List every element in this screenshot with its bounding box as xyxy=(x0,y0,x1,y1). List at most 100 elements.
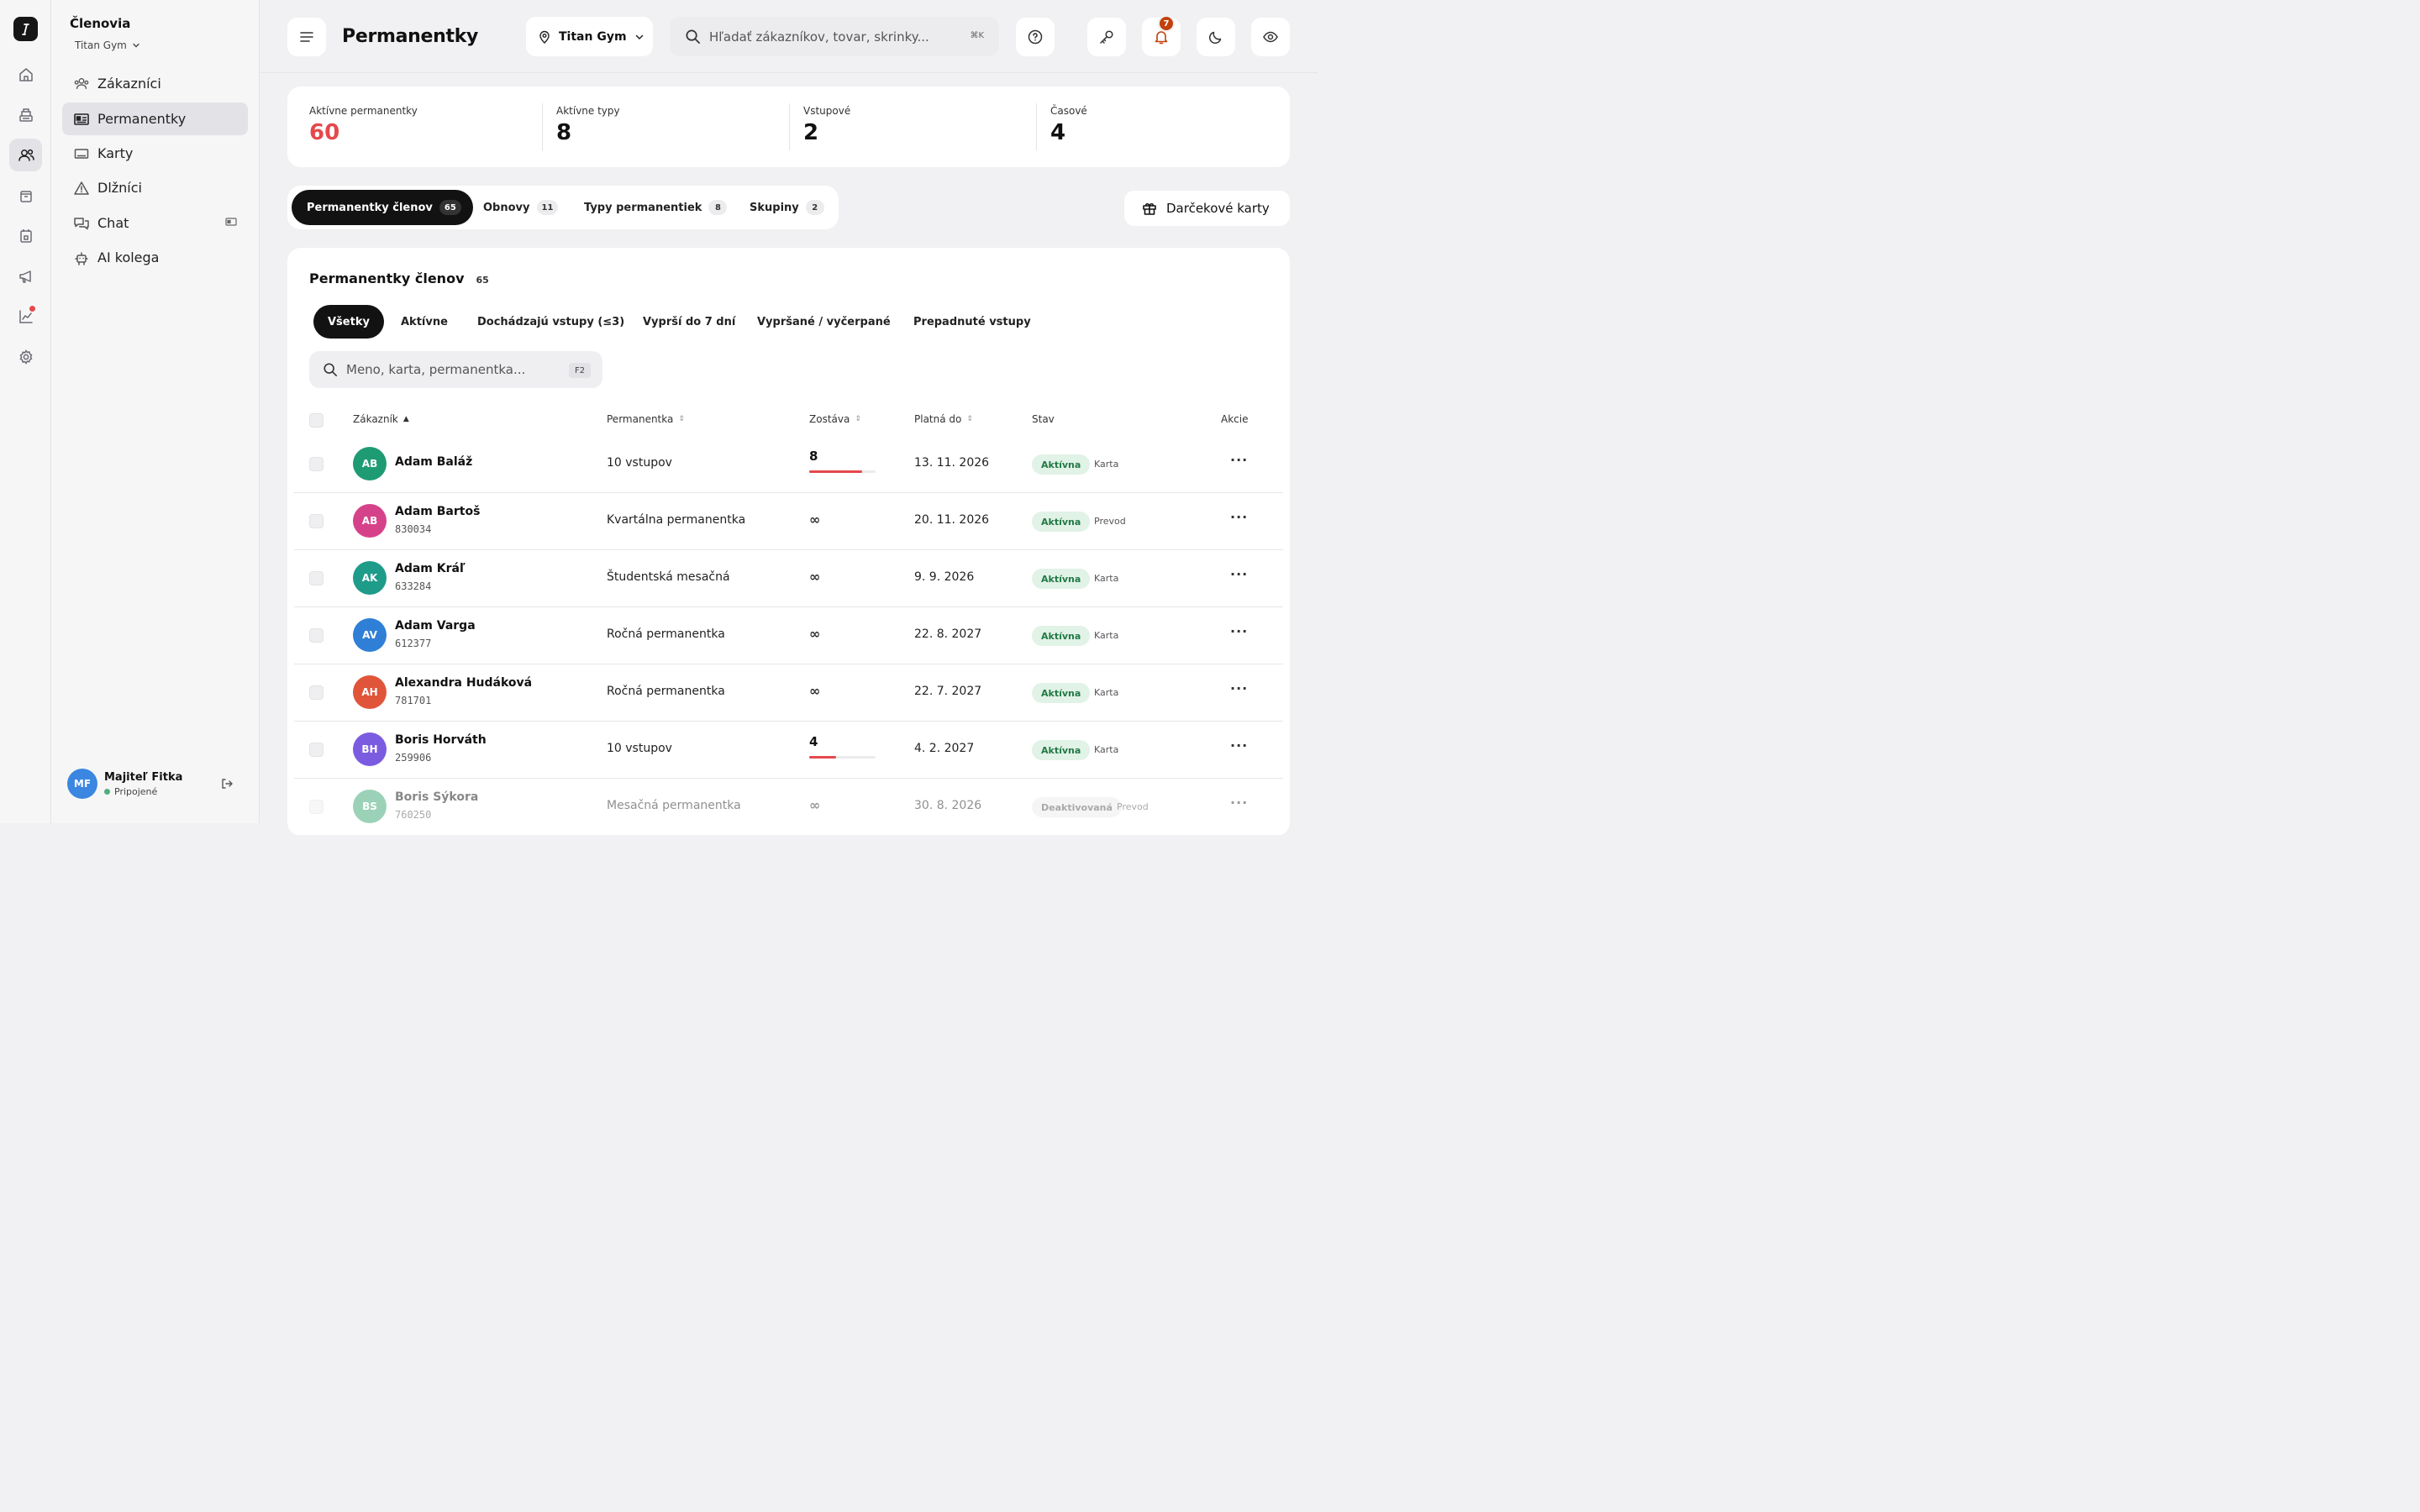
row-actions-button[interactable]: ··· xyxy=(1230,509,1248,525)
avatar: AK xyxy=(353,561,387,595)
column-customer[interactable]: Zákazník ▲ xyxy=(353,413,409,425)
customers-icon xyxy=(73,76,90,92)
stat-value: 4 xyxy=(1050,120,1066,145)
select-all-checkbox[interactable] xyxy=(309,413,324,428)
search-shortcut: F2 xyxy=(569,363,591,378)
theme-toggle-button[interactable] xyxy=(1197,18,1235,56)
visibility-button[interactable] xyxy=(1251,18,1290,56)
sidebar-item-customers[interactable]: Zákazníci xyxy=(62,67,248,100)
logout-icon[interactable] xyxy=(220,777,234,790)
filter-active[interactable]: Aktívne xyxy=(387,305,462,339)
filter-expired[interactable]: Vypršané / vyčerpané xyxy=(743,305,905,339)
customer-name[interactable]: Boris Sýkora xyxy=(395,790,478,804)
sidebar-item-debtors[interactable]: Dlžníci xyxy=(62,171,248,204)
column-remaining[interactable]: Zostáva ⇕ xyxy=(809,413,861,425)
customer-id: 633284 xyxy=(395,580,432,592)
row-checkbox[interactable] xyxy=(309,571,324,585)
user-status-label: Pripojené xyxy=(114,785,158,797)
sort-asc-icon: ▲ xyxy=(402,415,409,423)
hamburger-icon xyxy=(300,32,313,42)
filter-expiring-soon[interactable]: Vyprší do 7 dní xyxy=(629,305,750,339)
row-actions-button[interactable]: ··· xyxy=(1230,566,1248,582)
stat-label: Aktívne typy xyxy=(556,105,620,117)
remaining-unlimited: ∞ xyxy=(809,569,821,585)
chat-card-icon xyxy=(225,217,237,227)
help-button[interactable] xyxy=(1016,18,1055,56)
eye-icon xyxy=(1263,31,1278,43)
tab-renewals[interactable]: Obnovy 11 xyxy=(468,190,570,225)
calendar-icon[interactable] xyxy=(9,219,42,252)
table-row[interactable]: BS Boris Sýkora 760250 Mesačná permanentka ∞… xyxy=(294,779,1283,836)
stat-label: Vstupové xyxy=(803,105,851,117)
megaphone-icon[interactable] xyxy=(9,260,42,292)
tab-label: Obnovy xyxy=(483,201,530,214)
column-pass[interactable]: Permanentka ⇕ xyxy=(607,413,685,425)
filter-forfeited-entries[interactable]: Prepadnuté vstupy xyxy=(899,305,1045,339)
table-search-input[interactable]: Meno, karta, permanentka... F2 xyxy=(309,351,602,388)
box-icon[interactable] xyxy=(9,179,42,212)
row-actions-button[interactable]: ··· xyxy=(1230,452,1248,468)
chevron-down-icon xyxy=(133,43,139,48)
table-row[interactable]: AV Adam Varga 612377 Ročná permanentka ∞ 22. … xyxy=(294,607,1283,664)
customer-name[interactable]: Adam Varga xyxy=(395,619,476,633)
customer-name[interactable]: Alexandra Hudáková xyxy=(395,676,532,690)
sidebar-item-passes[interactable]: Permanentky xyxy=(62,102,248,135)
payment-method: Prevod xyxy=(1094,516,1126,527)
gift-cards-button[interactable]: Darčekové karty xyxy=(1124,191,1290,226)
row-checkbox[interactable] xyxy=(309,457,324,471)
pass-name: Kvartálna permanentka xyxy=(607,513,746,527)
status-badge: Aktívna xyxy=(1032,740,1091,760)
customer-name[interactable]: Adam Baláž xyxy=(395,455,472,469)
row-actions-button[interactable]: ··· xyxy=(1230,623,1248,639)
remaining-entries: 8 xyxy=(809,449,818,464)
location-selector[interactable]: Titan Gym xyxy=(526,17,653,56)
table-row[interactable]: AB Adam Bartoš 830034 Kvartálna permanentka… xyxy=(294,493,1283,550)
payment-method: Karta xyxy=(1094,744,1119,755)
app-logo[interactable] xyxy=(13,17,38,41)
filter-all[interactable]: Všetky xyxy=(313,305,384,339)
stat-time-passes: Časové 4 xyxy=(1050,105,1087,145)
warning-icon xyxy=(73,180,90,197)
column-valid-until[interactable]: Platná do ⇕ xyxy=(914,413,973,425)
members-icon[interactable] xyxy=(9,139,42,171)
remaining-unlimited: ∞ xyxy=(809,626,821,642)
tab-pass-types[interactable]: Typy permanentiek 8 xyxy=(569,190,739,225)
register-icon[interactable] xyxy=(9,98,42,131)
customer-name[interactable]: Adam Kráľ xyxy=(395,562,466,575)
sidebar-item-chat[interactable]: Chat xyxy=(62,207,248,239)
global-search-input[interactable]: Hľadať zákazníkov, tovar, skrinky... ⌘K xyxy=(670,17,999,56)
settings-icon[interactable] xyxy=(9,340,42,373)
gym-selector[interactable]: Titan Gym xyxy=(75,39,140,51)
table-row[interactable]: BH Boris Horváth 259906 10 vstupov 4 4. 2. 20… xyxy=(294,722,1283,779)
sidebar-item-ai-colleague[interactable]: AI kolega xyxy=(62,241,248,274)
keys-button[interactable] xyxy=(1087,18,1126,56)
row-actions-button[interactable]: ··· xyxy=(1230,738,1248,753)
pass-name: Študentská mesačná xyxy=(607,570,730,584)
table-row[interactable]: AK Adam Kráľ 633284 Študentská mesačná ∞ 9. 9… xyxy=(294,550,1283,607)
table-row[interactable]: AB Adam Baláž 10 vstupov 8 13. 11. 2026 Aktív… xyxy=(294,436,1283,493)
filter-low-entries[interactable]: Dochádzajú vstupy (≤3) xyxy=(463,305,639,339)
menu-toggle-button[interactable] xyxy=(287,18,326,56)
stats-panel: Aktívne permanentky 60 Aktívne typy 8 Vs… xyxy=(287,87,1290,167)
row-checkbox[interactable] xyxy=(309,685,324,700)
analytics-icon[interactable] xyxy=(9,300,42,333)
customer-name[interactable]: Boris Horváth xyxy=(395,733,487,747)
notifications-button[interactable]: 7 xyxy=(1142,15,1181,56)
customer-name[interactable]: Adam Bartoš xyxy=(395,505,480,518)
chat-icon xyxy=(73,215,90,232)
row-checkbox[interactable] xyxy=(309,800,324,814)
row-actions-button[interactable]: ··· xyxy=(1230,680,1248,696)
pass-name: Ročná permanentka xyxy=(607,685,725,698)
row-checkbox[interactable] xyxy=(309,743,324,757)
row-actions-button[interactable]: ··· xyxy=(1230,795,1248,811)
sidebar-item-cards[interactable]: Karty xyxy=(62,137,248,170)
row-checkbox[interactable] xyxy=(309,514,324,528)
home-icon[interactable] xyxy=(9,58,42,91)
search-icon xyxy=(324,363,338,377)
table-row[interactable]: AH Alexandra Hudáková 781701 Ročná permanen… xyxy=(294,664,1283,722)
app-root: Členovia Titan Gym Zákazníci Permanentky… xyxy=(0,0,1318,836)
row-checkbox[interactable] xyxy=(309,628,324,643)
tab-member-passes[interactable]: Permanentky členov 65 xyxy=(292,190,473,225)
tab-groups[interactable]: Skupiny 2 xyxy=(734,190,836,225)
user-profile[interactable]: MF Majiteľ Fitka Pripojené xyxy=(67,769,182,799)
